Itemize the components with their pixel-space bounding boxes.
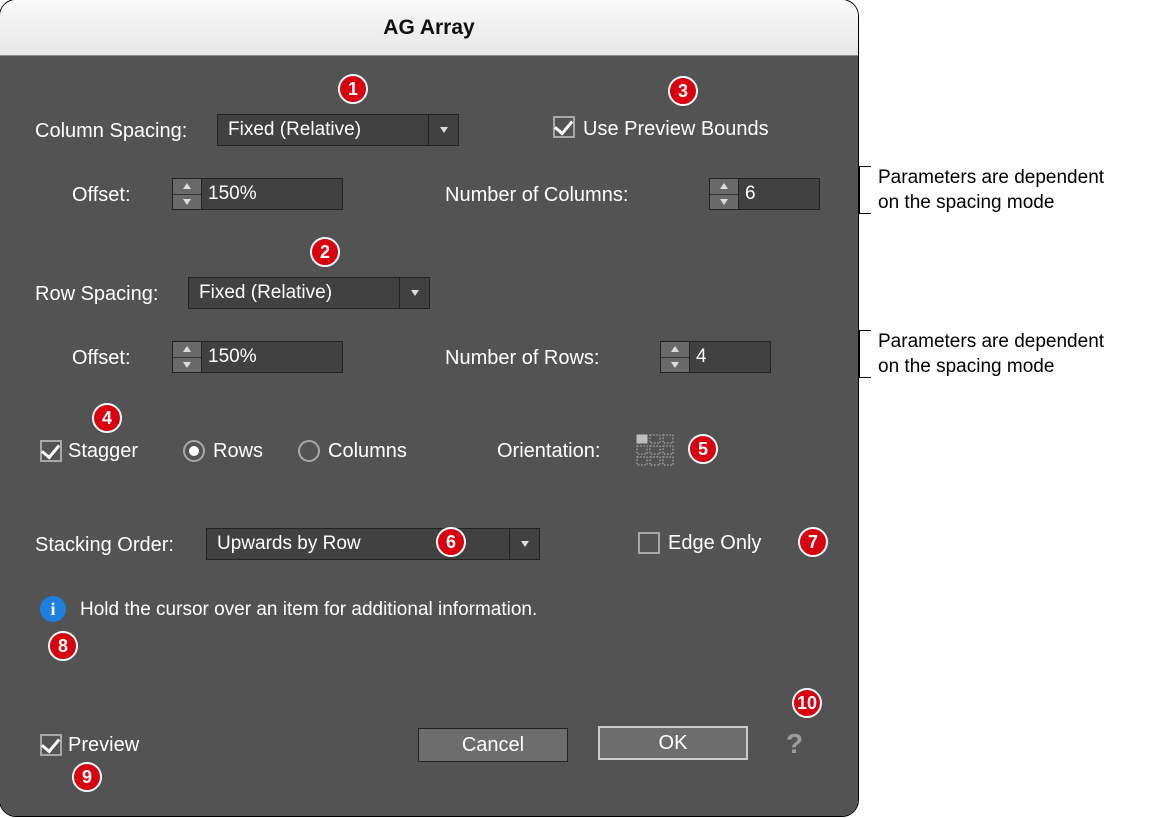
- ok-button[interactable]: OK: [598, 726, 748, 760]
- preview-label: Preview: [68, 734, 139, 757]
- spinner-up-icon[interactable]: [173, 342, 201, 358]
- annotation-marker-8: 8: [48, 631, 78, 661]
- annotation-marker-7: 7: [798, 527, 828, 557]
- num-rows-label: Number of Rows:: [445, 347, 600, 370]
- stagger-rows-radio[interactable]: [183, 440, 205, 462]
- row-offset-input[interactable]: 150%: [201, 341, 343, 373]
- spinner-up-icon[interactable]: [710, 179, 738, 195]
- stacking-order-label: Stacking Order:: [35, 534, 174, 557]
- stagger-label: Stagger: [68, 440, 138, 463]
- col-offset-input[interactable]: 150%: [201, 178, 343, 210]
- annotation-bracket-1: [859, 166, 871, 214]
- spinner-down-icon[interactable]: [173, 358, 201, 373]
- title-bar: AG Array: [0, 0, 858, 56]
- col-offset-label: Offset:: [72, 184, 131, 207]
- use-preview-bounds-label: Use Preview Bounds: [583, 118, 769, 141]
- annotation-bracket-2: [859, 330, 871, 378]
- num-rows-input[interactable]: 4: [689, 341, 771, 373]
- dialog-title: AG Array: [383, 16, 474, 40]
- info-icon: i: [40, 596, 66, 622]
- stagger-columns-radio[interactable]: [298, 440, 320, 462]
- row-offset-spinner[interactable]: [172, 341, 202, 373]
- dialog-window: AG Array Column Spacing: Fixed (Relative…: [0, 0, 858, 816]
- dropdown-arrow-icon: [428, 115, 458, 145]
- annotation-marker-5: 5: [688, 434, 718, 464]
- orientation-icon[interactable]: [636, 434, 676, 468]
- num-columns-spinner[interactable]: [709, 178, 739, 210]
- orientation-label: Orientation:: [497, 440, 600, 463]
- num-columns-label: Number of Columns:: [445, 184, 628, 207]
- edge-only-checkbox[interactable]: [638, 532, 660, 554]
- row-spacing-value: Fixed (Relative): [189, 282, 399, 304]
- num-rows-spinner[interactable]: [660, 341, 690, 373]
- row-spacing-select[interactable]: Fixed (Relative): [188, 277, 430, 309]
- help-icon[interactable]: ?: [786, 728, 803, 760]
- dropdown-arrow-icon: [399, 278, 429, 308]
- spinner-up-icon[interactable]: [661, 342, 689, 358]
- annotation-note-1: Parameters are dependent on the spacing …: [878, 166, 1104, 215]
- stacking-order-select[interactable]: Upwards by Row: [206, 528, 540, 560]
- use-preview-bounds-checkbox[interactable]: [553, 116, 575, 138]
- annotation-marker-10: 10: [792, 688, 822, 718]
- spinner-up-icon[interactable]: [173, 179, 201, 195]
- cancel-button[interactable]: Cancel: [418, 728, 568, 762]
- annotation-marker-1: 1: [338, 74, 368, 104]
- annotation-marker-2: 2: [310, 237, 340, 267]
- col-offset-spinner[interactable]: [172, 178, 202, 210]
- spinner-down-icon[interactable]: [173, 195, 201, 210]
- column-spacing-value: Fixed (Relative): [218, 119, 428, 141]
- edge-only-label: Edge Only: [668, 532, 761, 555]
- column-spacing-select[interactable]: Fixed (Relative): [217, 114, 459, 146]
- num-columns-input[interactable]: 6: [738, 178, 820, 210]
- stagger-rows-label: Rows: [213, 440, 263, 463]
- stagger-columns-label: Columns: [328, 440, 407, 463]
- spinner-down-icon[interactable]: [661, 358, 689, 373]
- column-spacing-label: Column Spacing:: [35, 120, 187, 143]
- annotation-note-2: Parameters are dependent on the spacing …: [878, 330, 1104, 379]
- row-offset-label: Offset:: [72, 347, 131, 370]
- dialog-body: Column Spacing: Fixed (Relative) Use Pre…: [0, 56, 858, 816]
- info-text: Hold the cursor over an item for additio…: [80, 599, 537, 621]
- row-spacing-label: Row Spacing:: [35, 283, 158, 306]
- annotation-marker-9: 9: [72, 762, 102, 792]
- annotation-marker-4: 4: [92, 403, 122, 433]
- annotation-marker-3: 3: [668, 76, 698, 106]
- stagger-checkbox[interactable]: [40, 440, 62, 462]
- preview-checkbox[interactable]: [40, 734, 62, 756]
- spinner-down-icon[interactable]: [710, 195, 738, 210]
- annotation-marker-6: 6: [436, 527, 466, 557]
- dropdown-arrow-icon: [509, 529, 539, 559]
